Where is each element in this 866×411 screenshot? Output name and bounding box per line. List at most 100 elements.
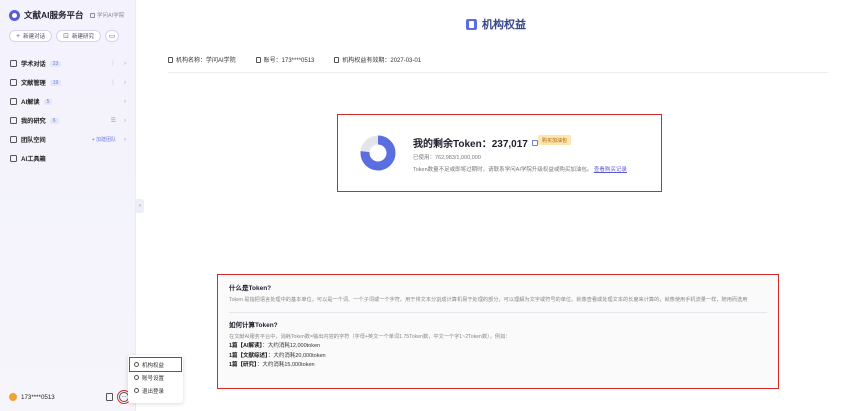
sidebar-item-label: AI解读 <box>21 99 40 106</box>
token-used: 已使用：762,983/1,000,000 <box>413 155 481 161</box>
sidebar-nav: 学术对话 23 ⋮ › 文献管理 19 ⋮ › AI解读 5 › 我的研究 6 ☰ ›… <box>0 54 136 168</box>
example-cost: ：大约消耗20,000token <box>267 352 326 359</box>
sidebar-item-label: AI工具箱 <box>21 156 46 163</box>
faq-question-2: 如何计算Token? <box>229 322 278 329</box>
sidebar-item-label: 学术对话 <box>21 61 46 68</box>
more-icon[interactable]: ⋮ <box>110 79 116 86</box>
org-name: 机构名称：学问AI学院 <box>168 55 236 64</box>
faq-answer-2: 在文献AI服务平台中，消耗Token数=输出内容的字符（字母+英文一个单词1.7… <box>229 334 511 340</box>
token-tip: Token数量不足或即将过期时，请联系学问AI学院升级权益或购买加油包。 查看购… <box>413 165 627 173</box>
team-icon <box>10 136 17 143</box>
org-icon <box>168 56 173 63</box>
gear-icon <box>134 375 139 380</box>
sidebar: 文献AI服务平台 学问AI学院 + 新建对话 ⊡ 新建研究 ▭ 学术对话 23 … <box>0 0 136 411</box>
chat-icon <box>10 60 17 67</box>
library-icon <box>10 79 17 86</box>
brand-sub: 学问AI学院 <box>90 11 124 19</box>
menu-item-org-benefits[interactable]: 机构权益 <box>129 357 182 372</box>
menu-item-logout[interactable]: 退出登录 <box>128 384 183 397</box>
sidebar-item-label: 团队空间 <box>21 137 46 144</box>
token-usage-donut <box>360 135 396 171</box>
more-icon[interactable]: ⋮ <box>110 60 116 67</box>
user-name: 173****0513 <box>21 393 55 401</box>
account: 账号：173****0513 <box>255 55 315 64</box>
brand-logo-icon <box>9 9 20 21</box>
sidebar-item-label: 我的研究 <box>21 118 46 125</box>
faq-card: 什么是Token? Token 是指把语言处理中的基本单位，可以是一个词、一个子… <box>217 274 779 389</box>
sidebar-item-research[interactable]: 我的研究 6 ☰ › <box>0 111 136 130</box>
user-row: 173****0513 ⋯ <box>9 390 131 404</box>
faq-example: 1篇【文献综述】：大约消耗20,000token <box>229 352 767 362</box>
new-research-button[interactable]: ⊡ 新建研究 <box>56 30 101 42</box>
add-team-link[interactable]: + 加建团队 <box>92 136 116 143</box>
benefits-icon <box>466 18 477 30</box>
collapse-sidebar-button[interactable]: ‹ <box>136 199 144 213</box>
sidebar-actions: + 新建对话 ⊡ 新建研究 ▭ <box>9 30 119 42</box>
research-icon <box>10 117 17 124</box>
example-cost: ：大约消耗12,000token <box>262 343 321 349</box>
new-chat-label: 新建对话 <box>23 34 46 40</box>
token-card: 我的剩余Token：237,017 购买加油包 已使用：762,983/1,00… <box>337 114 662 192</box>
chevron-right-icon[interactable]: › <box>124 118 126 124</box>
expiry: 机构权益有效期：2027-03-01 <box>334 55 421 64</box>
token-tip-text: Token数量不足或即将过期时，请联系学问AI学院升级权益或购买加油包。 <box>413 167 593 173</box>
example-type: 1篇【文献综述】 <box>229 352 268 359</box>
divider <box>229 312 767 313</box>
document-icon[interactable] <box>106 393 113 401</box>
faq-example: 1篇【AI解读】：大约消耗12,000token <box>229 342 767 352</box>
sidebar-item-team[interactable]: 团队空间 + 加建团队 › <box>0 130 136 149</box>
chevron-right-icon[interactable]: › <box>124 137 126 143</box>
example-cost: ：大约消耗15,000token <box>256 362 315 368</box>
chevron-right-icon[interactable]: › <box>124 61 126 67</box>
sidebar-toggle-button[interactable]: ▭ <box>105 30 119 42</box>
toolbox-icon <box>10 155 17 162</box>
user-icon <box>255 56 261 63</box>
sidebar-item-ai-reading[interactable]: AI解读 5 › <box>0 92 136 111</box>
chevron-right-icon[interactable]: › <box>124 80 126 86</box>
sidebar-item-library[interactable]: 文献管理 19 ⋮ › <box>0 73 136 92</box>
menu-item-account-settings[interactable]: 账号设置 <box>128 371 183 384</box>
faq-example: 1篇【研究】：大约消耗15,000token <box>229 361 767 371</box>
org-name-text: 机构名称：学问AI学院 <box>176 58 236 64</box>
copy-icon[interactable] <box>531 139 538 146</box>
example-type: 1篇【AI解读】 <box>229 343 263 349</box>
purchase-history-link[interactable]: 查看购买记录 <box>594 167 627 173</box>
org-info-bar: 机构名称：学问AI学院 账号：173****0513 机构权益有效期：2027-… <box>168 55 421 64</box>
plus-icon: + <box>16 32 21 40</box>
token-remaining: 我的剩余Token：237,017 <box>413 135 538 150</box>
clock-icon <box>334 56 340 63</box>
count-badge: 5 <box>43 98 53 105</box>
avatar[interactable] <box>9 393 17 401</box>
page-title-label: 机构权益 <box>482 19 526 31</box>
expiry-text: 机构权益有效期：2027-03-01 <box>342 58 422 64</box>
sidebar-item-toolbox[interactable]: AI工具箱 <box>0 149 136 168</box>
account-menu: 机构权益 账号设置 退出登录 <box>128 355 183 403</box>
page-title: 机构权益 <box>466 16 526 32</box>
new-chat-button[interactable]: + 新建对话 <box>9 30 53 42</box>
sidebar-item-label: 文献管理 <box>21 80 46 87</box>
brand[interactable]: 文献AI服务平台 <box>9 9 84 21</box>
document-icon <box>10 98 17 105</box>
faq-answer-1: Token 是指把语言处理中的基本单位，可以是一个词、一个子词或一个字符。用于将… <box>229 297 748 303</box>
menu-item-label: 账号设置 <box>142 375 165 382</box>
research-icon: ⊡ <box>63 32 69 40</box>
example-type: 1篇【研究】 <box>229 362 257 368</box>
logout-icon <box>134 388 139 393</box>
brand-name: 文献AI服务平台 <box>24 10 84 20</box>
list-icon[interactable]: ☰ <box>111 117 116 124</box>
chevron-right-icon[interactable]: › <box>124 99 126 105</box>
brand-sub-label: 学问AI学院 <box>97 13 125 19</box>
count-badge: 6 <box>49 117 59 124</box>
token-remaining-text: 我的剩余Token：237,017 <box>413 139 528 150</box>
sidebar-item-chat[interactable]: 学术对话 23 ⋮ › <box>0 54 136 73</box>
count-badge: 23 <box>49 60 62 67</box>
buy-addon-button[interactable]: 购买加油包 <box>538 135 572 145</box>
faq-question-1: 什么是Token? <box>229 285 272 292</box>
panel-icon: ▭ <box>108 32 116 40</box>
menu-item-label: 退出登录 <box>142 388 165 395</box>
menu-item-label: 机构权益 <box>142 362 165 369</box>
new-research-label: 新建研究 <box>71 34 94 40</box>
count-badge: 19 <box>49 79 62 86</box>
account-text: 账号：173****0513 <box>263 58 315 64</box>
benefits-icon <box>134 362 139 367</box>
